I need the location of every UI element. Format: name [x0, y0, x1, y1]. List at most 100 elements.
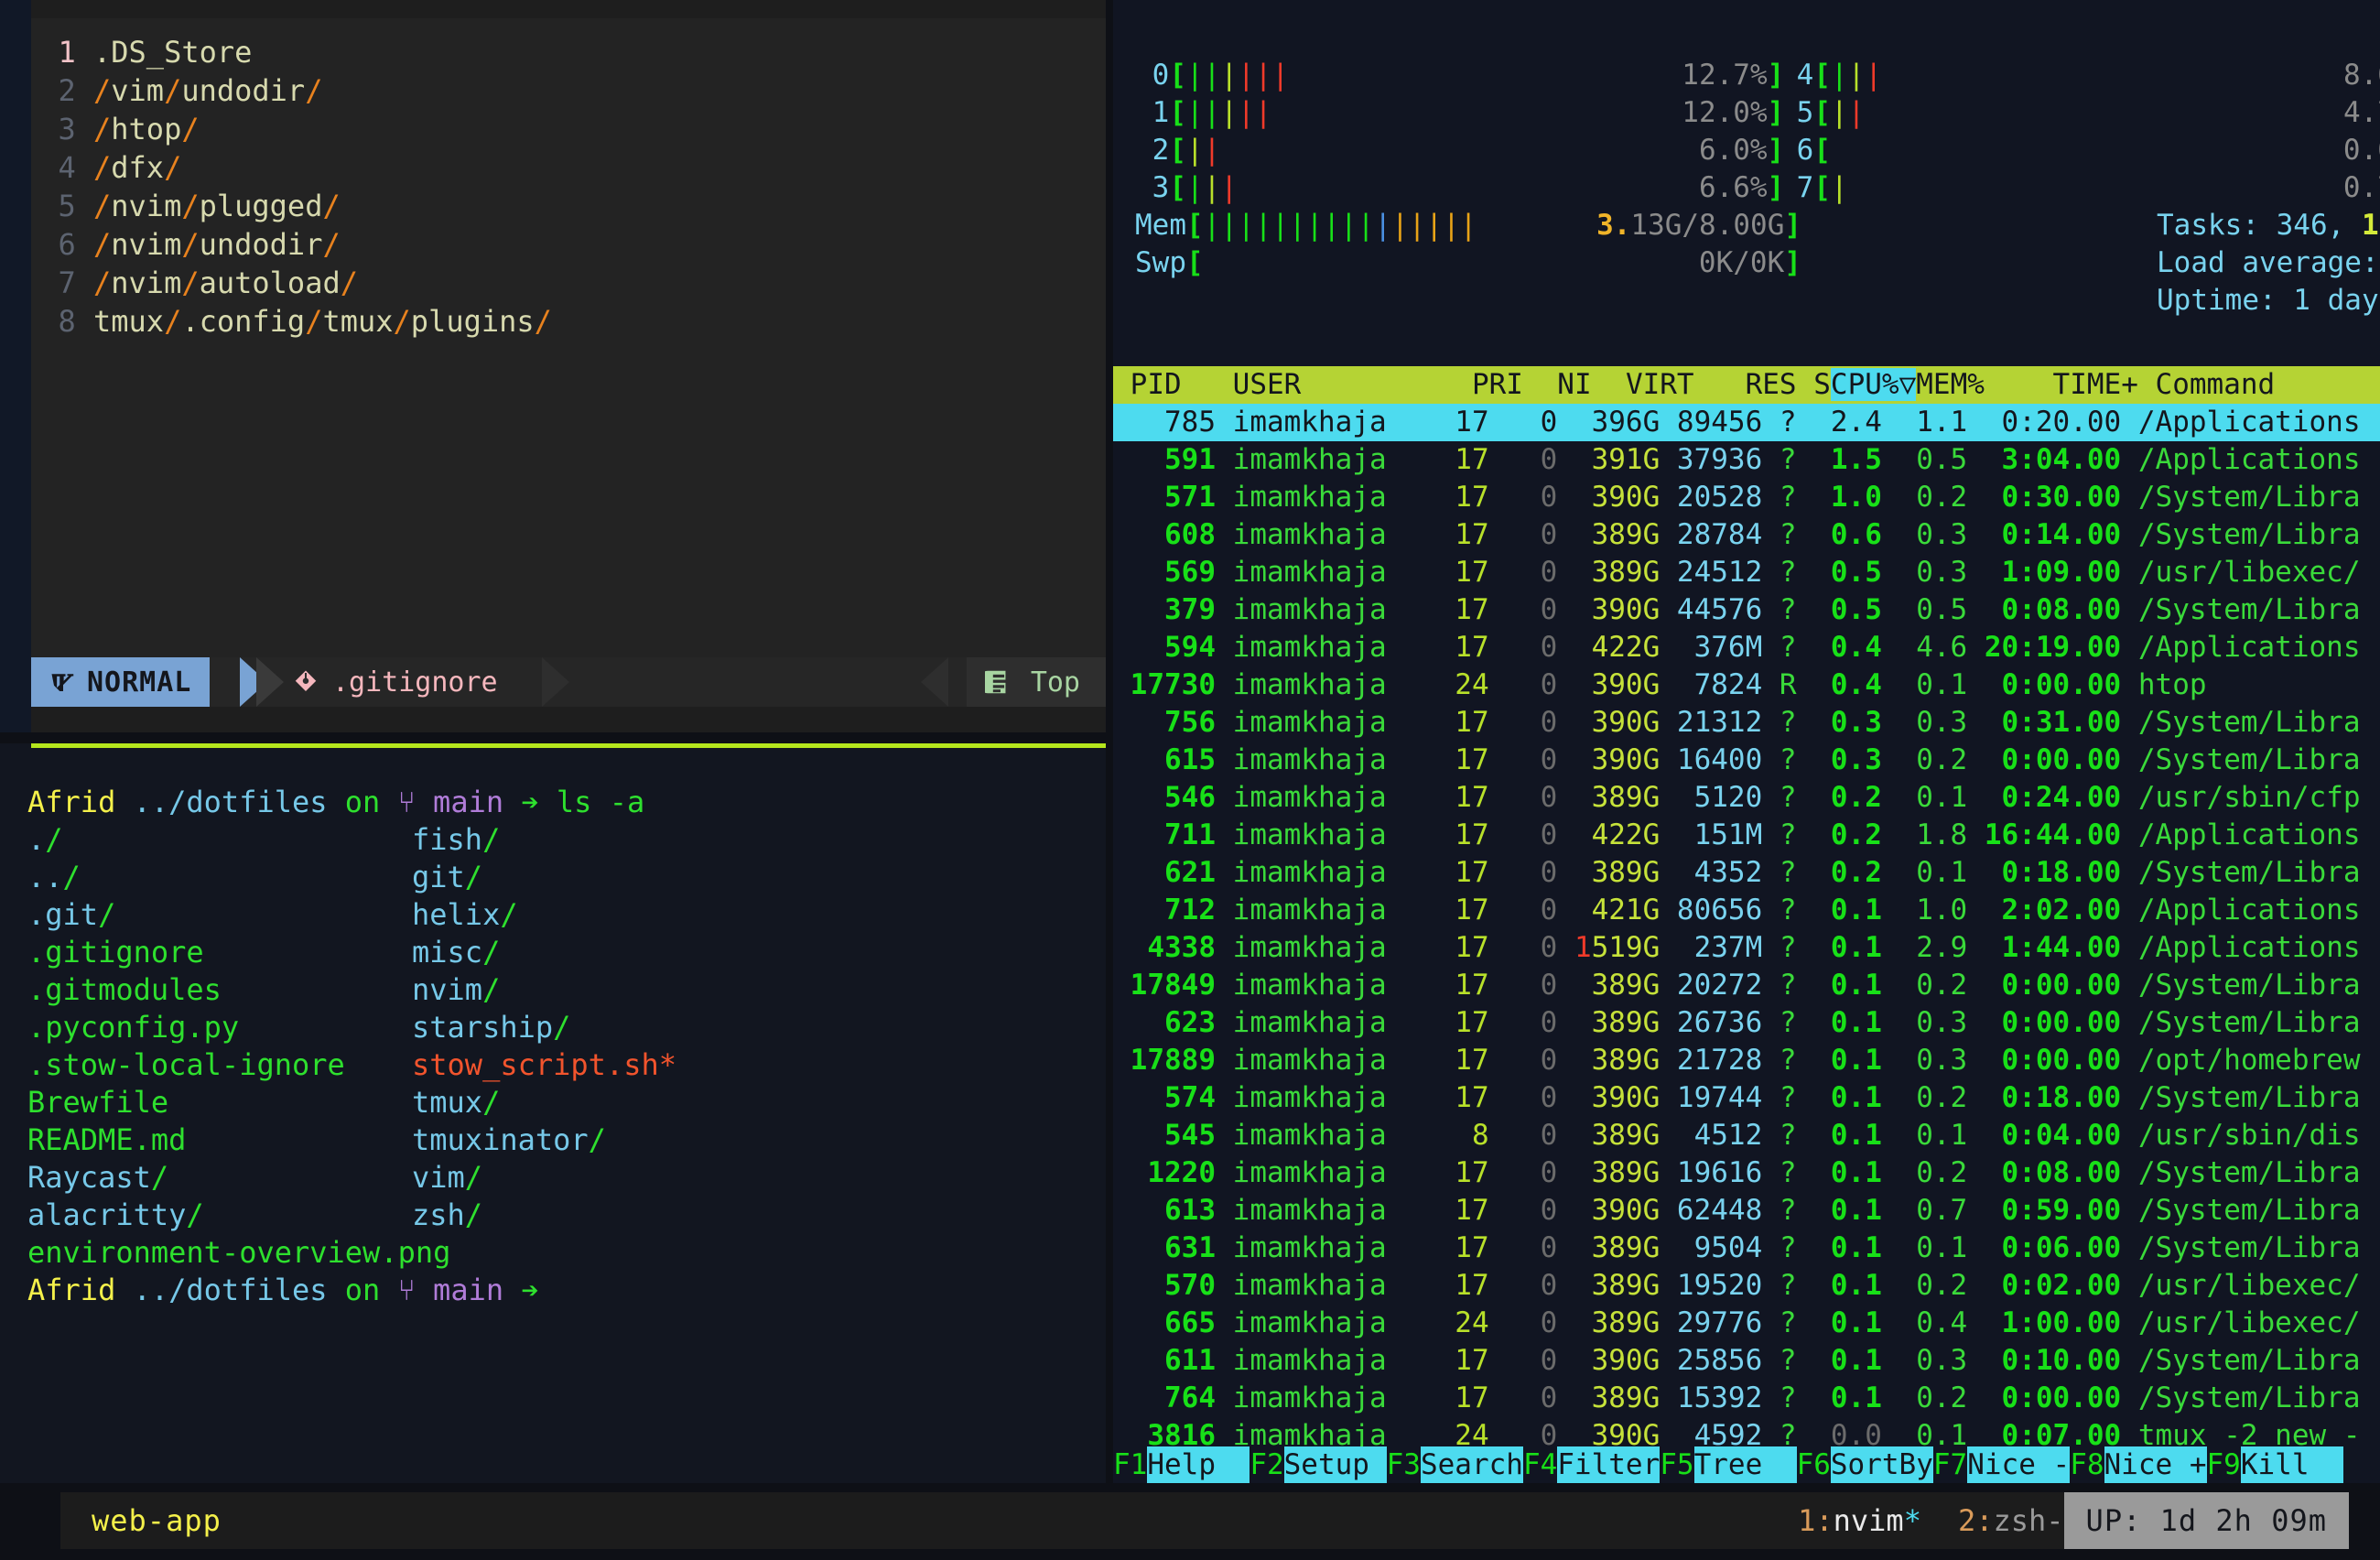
table-row[interactable]: 611 imamkhaja 17 0 390G 25856 ? 0.1 0.3 …	[1113, 1342, 2380, 1380]
cell-virt: 422G	[1574, 631, 1677, 664]
table-row[interactable]: 621 imamkhaja 17 0 389G 4352 ? 0.2 0.1 0…	[1113, 854, 2380, 892]
listing-entry[interactable]: tmux/	[412, 1085, 500, 1120]
cell-pid: 615	[1113, 743, 1233, 776]
cell-cpu-percent: 0.1	[1813, 1119, 1899, 1152]
htop-function-key-bar[interactable]: F1Help F2Setup F3SearchF4FilterF5Tree F6…	[1113, 1446, 2380, 1483]
table-row[interactable]: 712 imamkhaja 17 0 421G 80656 ? 0.1 1.0 …	[1113, 892, 2380, 929]
function-key-number[interactable]: F1	[1113, 1446, 1147, 1483]
vim-buffer[interactable]: 1 .DS_Store2 /vim/undodir/3 /htop/4 /dfx…	[31, 18, 1106, 666]
listing-entry[interactable]: environment-overview.png	[27, 1234, 412, 1272]
table-row[interactable]: 756 imamkhaja 17 0 390G 21312 ? 0.3 0.3 …	[1113, 704, 2380, 742]
table-row[interactable]: 569 imamkhaja 17 0 389G 24512 ? 0.5 0.3 …	[1113, 554, 2380, 591]
table-row[interactable]: 571 imamkhaja 17 0 390G 20528 ? 1.0 0.2 …	[1113, 479, 2380, 516]
listing-entry[interactable]: starship/	[412, 1010, 570, 1045]
prompt-branch: main	[416, 785, 522, 819]
table-row[interactable]: 1220 imamkhaja 17 0 389G 19616 ? 0.1 0.2…	[1113, 1154, 2380, 1192]
column-header-cpu-sorted: CPU%▽	[1831, 368, 1916, 401]
function-key-label[interactable]: Nice +	[2104, 1446, 2207, 1483]
function-key-label[interactable]: Help	[1147, 1446, 1250, 1483]
listing-entry[interactable]: ./	[27, 821, 412, 859]
table-row[interactable]: 574 imamkhaja 17 0 390G 19744 ? 0.1 0.2 …	[1113, 1079, 2380, 1117]
function-key-label[interactable]: Tree	[1694, 1446, 1797, 1483]
function-key-number[interactable]: F8	[2070, 1446, 2104, 1483]
cell-nice: 0	[1506, 631, 1574, 664]
cell-priority: 17	[1438, 931, 1507, 964]
table-row[interactable]: 570 imamkhaja 17 0 389G 19520 ? 0.1 0.2 …	[1113, 1267, 2380, 1305]
function-key-label[interactable]: Kill	[2241, 1446, 2343, 1483]
listing-entry[interactable]: misc/	[412, 935, 500, 970]
listing-entry[interactable]: zsh/	[412, 1197, 482, 1232]
function-key-number[interactable]: F2	[1250, 1446, 1283, 1483]
vim-pane[interactable]: 1 .DS_Store2 /vim/undodir/3 /htop/4 /dfx…	[0, 0, 1106, 732]
table-row[interactable]: 785 imamkhaja 17 0 396G 89456 ? 2.4 1.1 …	[1113, 404, 2380, 441]
listing-entry[interactable]: tmuxinator/	[412, 1122, 606, 1157]
table-row[interactable]: 623 imamkhaja 17 0 389G 26736 ? 0.1 0.3 …	[1113, 1004, 2380, 1042]
function-key-label[interactable]: Setup	[1284, 1446, 1387, 1483]
function-key-label[interactable]: SortBy	[1831, 1446, 1933, 1483]
table-row[interactable]: 764 imamkhaja 17 0 389G 15392 ? 0.1 0.2 …	[1113, 1380, 2380, 1417]
listing-entry[interactable]: ../	[27, 859, 412, 896]
meter-bar-segment: |	[1238, 96, 1255, 129]
table-row[interactable]: 17889 imamkhaja 17 0 389G 21728 ? 0.1 0.…	[1113, 1042, 2380, 1079]
table-row[interactable]: 615 imamkhaja 17 0 390G 16400 ? 0.3 0.2 …	[1113, 742, 2380, 779]
cell-virt-overflow: 1	[1574, 931, 1592, 964]
listing-entry[interactable]: Brewfile	[27, 1084, 412, 1121]
function-key-number[interactable]: F4	[1523, 1446, 1557, 1483]
listing-entry[interactable]: Raycast/	[27, 1159, 412, 1197]
listing-entry[interactable]: fish/	[412, 822, 500, 857]
document-lines-icon	[985, 668, 1016, 696]
cell-priority: 17	[1438, 856, 1507, 889]
function-key-label[interactable]: Filter	[1557, 1446, 1660, 1483]
function-key-number[interactable]: F7	[1933, 1446, 1967, 1483]
htop-process-table[interactable]: PID USER PRI NI VIRT RES SCPU%▽MEM% TIME…	[1113, 366, 2380, 1455]
listing-entry[interactable]: .pyconfig.py	[27, 1009, 412, 1046]
tmux-window-item[interactable]: 1:nvim*	[1798, 1503, 1921, 1538]
table-row[interactable]: 631 imamkhaja 17 0 389G 9504 ? 0.1 0.1 0…	[1113, 1230, 2380, 1267]
table-row[interactable]: 608 imamkhaja 17 0 389G 28784 ? 0.6 0.3 …	[1113, 516, 2380, 554]
listing-entry[interactable]: .git/	[27, 896, 412, 934]
meter-spacer	[1220, 134, 1699, 167]
cell-time: 0:30.00	[1985, 481, 2138, 514]
listing-entry[interactable]: helix/	[412, 897, 518, 932]
table-row[interactable]: 545 imamkhaja 8 0 389G 4512 ? 0.1 0.1 0:…	[1113, 1117, 2380, 1154]
table-row[interactable]: 4338 imamkhaja 17 0 1519G 237M ? 0.1 2.9…	[1113, 929, 2380, 967]
table-row[interactable]: 665 imamkhaja 24 0 389G 29776 ? 0.1 0.4 …	[1113, 1305, 2380, 1342]
function-key-number[interactable]: F6	[1797, 1446, 1831, 1483]
cell-priority: 17	[1438, 894, 1507, 926]
cell-virt: 389G	[1574, 1156, 1677, 1189]
listing-entry[interactable]: nvim/	[412, 972, 500, 1007]
meter-bar-segment: |	[1255, 59, 1272, 92]
tmux-window-flag: *	[1904, 1503, 1921, 1538]
cell-time: 0:18.00	[1985, 856, 2138, 889]
function-key-label[interactable]: Search	[1421, 1446, 1523, 1483]
table-row[interactable]: 591 imamkhaja 17 0 391G 37936 ? 1.5 0.5 …	[1113, 441, 2380, 479]
function-key-number[interactable]: F9	[2207, 1446, 2241, 1483]
listing-entry[interactable]: git/	[412, 860, 482, 894]
function-key-number[interactable]: F5	[1660, 1446, 1693, 1483]
cell-nice: 0	[1506, 1119, 1574, 1152]
table-row[interactable]: 17849 imamkhaja 17 0 389G 20272 ? 0.1 0.…	[1113, 967, 2380, 1004]
listing-entry[interactable]: .gitmodules	[27, 971, 412, 1009]
cell-nice: 0	[1506, 1044, 1574, 1077]
tmux-window-item[interactable]: 2:zsh-	[1958, 1503, 2064, 1538]
dir-slash: /	[482, 822, 500, 857]
function-key-label[interactable]: Nice -	[1967, 1446, 2070, 1483]
tmux-window-list[interactable]: 1:nvim* 2:zsh-	[1798, 1503, 2063, 1538]
table-row[interactable]: 711 imamkhaja 17 0 422G 151M ? 0.2 1.8 1…	[1113, 817, 2380, 854]
listing-entry[interactable]: stow_script.sh*	[412, 1047, 676, 1082]
listing-entry[interactable]: .stow-local-ignore	[27, 1046, 412, 1084]
table-row[interactable]: 594 imamkhaja 17 0 422G 376M ? 0.4 4.6 2…	[1113, 629, 2380, 666]
listing-entry[interactable]: .gitignore	[27, 934, 412, 971]
table-row[interactable]: 379 imamkhaja 17 0 390G 44576 ? 0.5 0.5 …	[1113, 591, 2380, 629]
listing-entry[interactable]: vim/	[412, 1160, 482, 1195]
table-row[interactable]: 613 imamkhaja 17 0 390G 62448 ? 0.1 0.7 …	[1113, 1192, 2380, 1230]
table-row[interactable]: 17730 imamkhaja 24 0 390G 7824 R 0.4 0.1…	[1113, 666, 2380, 704]
listing-entry[interactable]: alacritty/	[27, 1197, 412, 1234]
shell-pane[interactable]: Afrid ../dotfiles on ⑂ main ➔ ls -a./fis…	[0, 743, 1106, 1483]
cell-user: imamkhaja	[1233, 1381, 1438, 1414]
cell-virt: 389G	[1574, 1306, 1677, 1339]
function-key-number[interactable]: F3	[1387, 1446, 1421, 1483]
listing-entry[interactable]: README.md	[27, 1121, 412, 1159]
htop-pane[interactable]: 0[|||||| 12.7%] 4[||| 8.0%] 1[||||| 12.0…	[1113, 0, 2380, 1483]
table-row[interactable]: 546 imamkhaja 17 0 389G 5120 ? 0.2 0.1 0…	[1113, 779, 2380, 817]
